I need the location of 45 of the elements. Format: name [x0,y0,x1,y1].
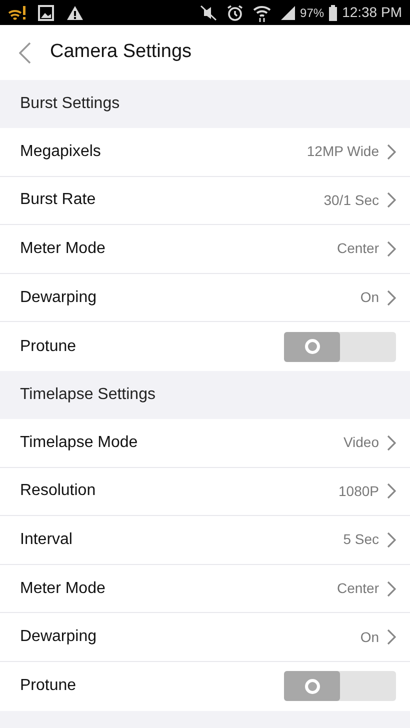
chevron-right-icon [387,434,396,451]
setting-value[interactable]: 30/1 Sec [324,190,379,211]
setting-label: Megapixels [20,142,102,162]
setting-value[interactable]: On [360,287,379,308]
battery-icon [328,4,338,20]
setting-label: Meter Mode [20,578,106,599]
battery-percent: 97% [300,4,324,22]
setting-label: Dewarping [20,627,98,648]
chevron-right-icon [387,580,396,597]
setting-value[interactable]: 1080P [338,480,379,502]
setting-label: Protune [20,336,78,357]
section-title: Burst Settings [20,94,120,114]
setting-label: Resolution [20,481,97,502]
setting-label: Burst Rate [20,190,97,210]
setting-value[interactable]: 12MP Wide [306,141,379,162]
warning-icon [66,4,84,20]
clock: 12:38 PM [342,3,402,22]
setting-value[interactable]: Center [336,238,379,260]
chevron-right-icon [387,629,396,646]
chevron-right-icon [387,144,396,160]
setting-label: Protune [20,676,78,696]
wifi-alert-icon [8,4,26,20]
chevron-right-icon [387,483,396,500]
back-icon [19,42,31,64]
setting-value[interactable]: Center [336,578,379,600]
chevron-right-icon [387,532,396,548]
setting-label: Dewarping [20,288,98,308]
setting-label: Meter Mode [20,238,106,259]
setting-value[interactable]: Video [343,432,379,454]
setting-label: Timelapse Mode [20,432,139,453]
signal-icon [280,4,296,20]
chevron-right-icon [387,240,396,257]
section-title: Timelapse Settings [20,384,156,405]
toggle-switch[interactable] [284,671,396,702]
setting-value[interactable]: 5 Sec [343,529,379,550]
setting-label: Interval [20,530,74,550]
setting-value[interactable]: On [360,626,379,648]
alarm-icon [226,4,244,22]
mute-icon [198,4,218,20]
chevron-right-icon [387,290,396,306]
screen-title: Camera Settings [50,40,192,64]
chevron-right-icon [387,192,396,208]
image-icon [38,4,54,20]
toggle-switch[interactable] [284,332,396,362]
wifi-icon [252,4,272,22]
